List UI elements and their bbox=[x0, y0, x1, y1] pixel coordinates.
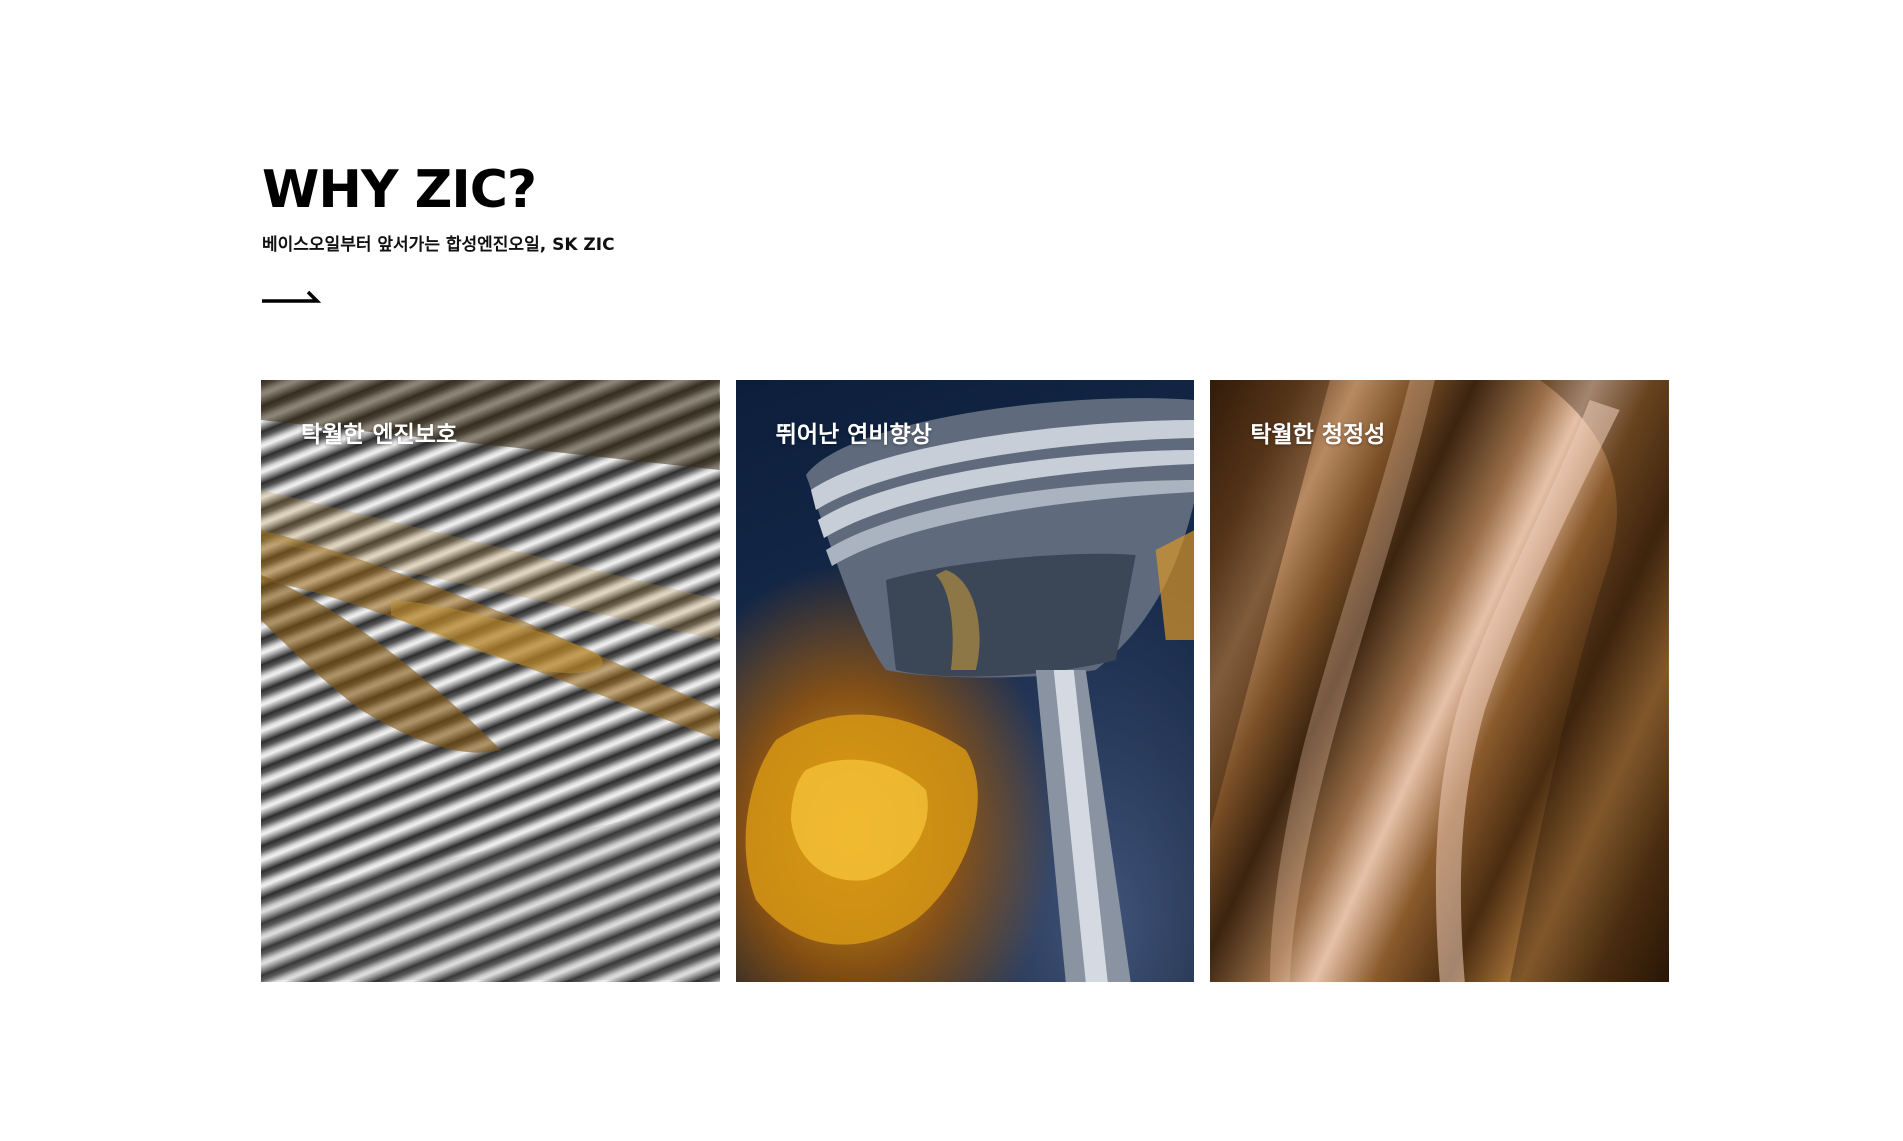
long-arrow-right-icon bbox=[262, 290, 322, 303]
card-label: 뛰어난 연비향상 bbox=[775, 422, 932, 448]
section-title: WHY ZIC? bbox=[262, 160, 537, 220]
card-label: 탁월한 엔진보호 bbox=[301, 422, 458, 448]
more-link-arrow[interactable] bbox=[262, 280, 322, 306]
card-label: 탁월한 청정성 bbox=[1250, 422, 1386, 448]
card-fuel-efficiency[interactable]: 뛰어난 연비향상 bbox=[735, 380, 1195, 982]
fuel-efficiency-image bbox=[735, 380, 1195, 982]
why-zic-section: WHY ZIC? 베이스오일부터 앞서가는 합성엔진오일, SK ZIC 탁월한… bbox=[0, 0, 1903, 1141]
intro-block: WHY ZIC? 베이스오일부터 앞서가는 합성엔진오일, SK ZIC bbox=[262, 160, 615, 256]
engine-protection-image bbox=[261, 380, 720, 982]
feature-cards: 탁월한 엔진보호 뛰어난 연비향상 탁월한 청정성 bbox=[261, 380, 1670, 982]
section-subtitle: 베이스오일부터 앞서가는 합성엔진오일, SK ZIC bbox=[262, 235, 615, 255]
cleanliness-image bbox=[1210, 380, 1670, 982]
card-engine-protection[interactable]: 탁월한 엔진보호 bbox=[261, 380, 720, 982]
card-cleanliness[interactable]: 탁월한 청정성 bbox=[1210, 380, 1670, 982]
